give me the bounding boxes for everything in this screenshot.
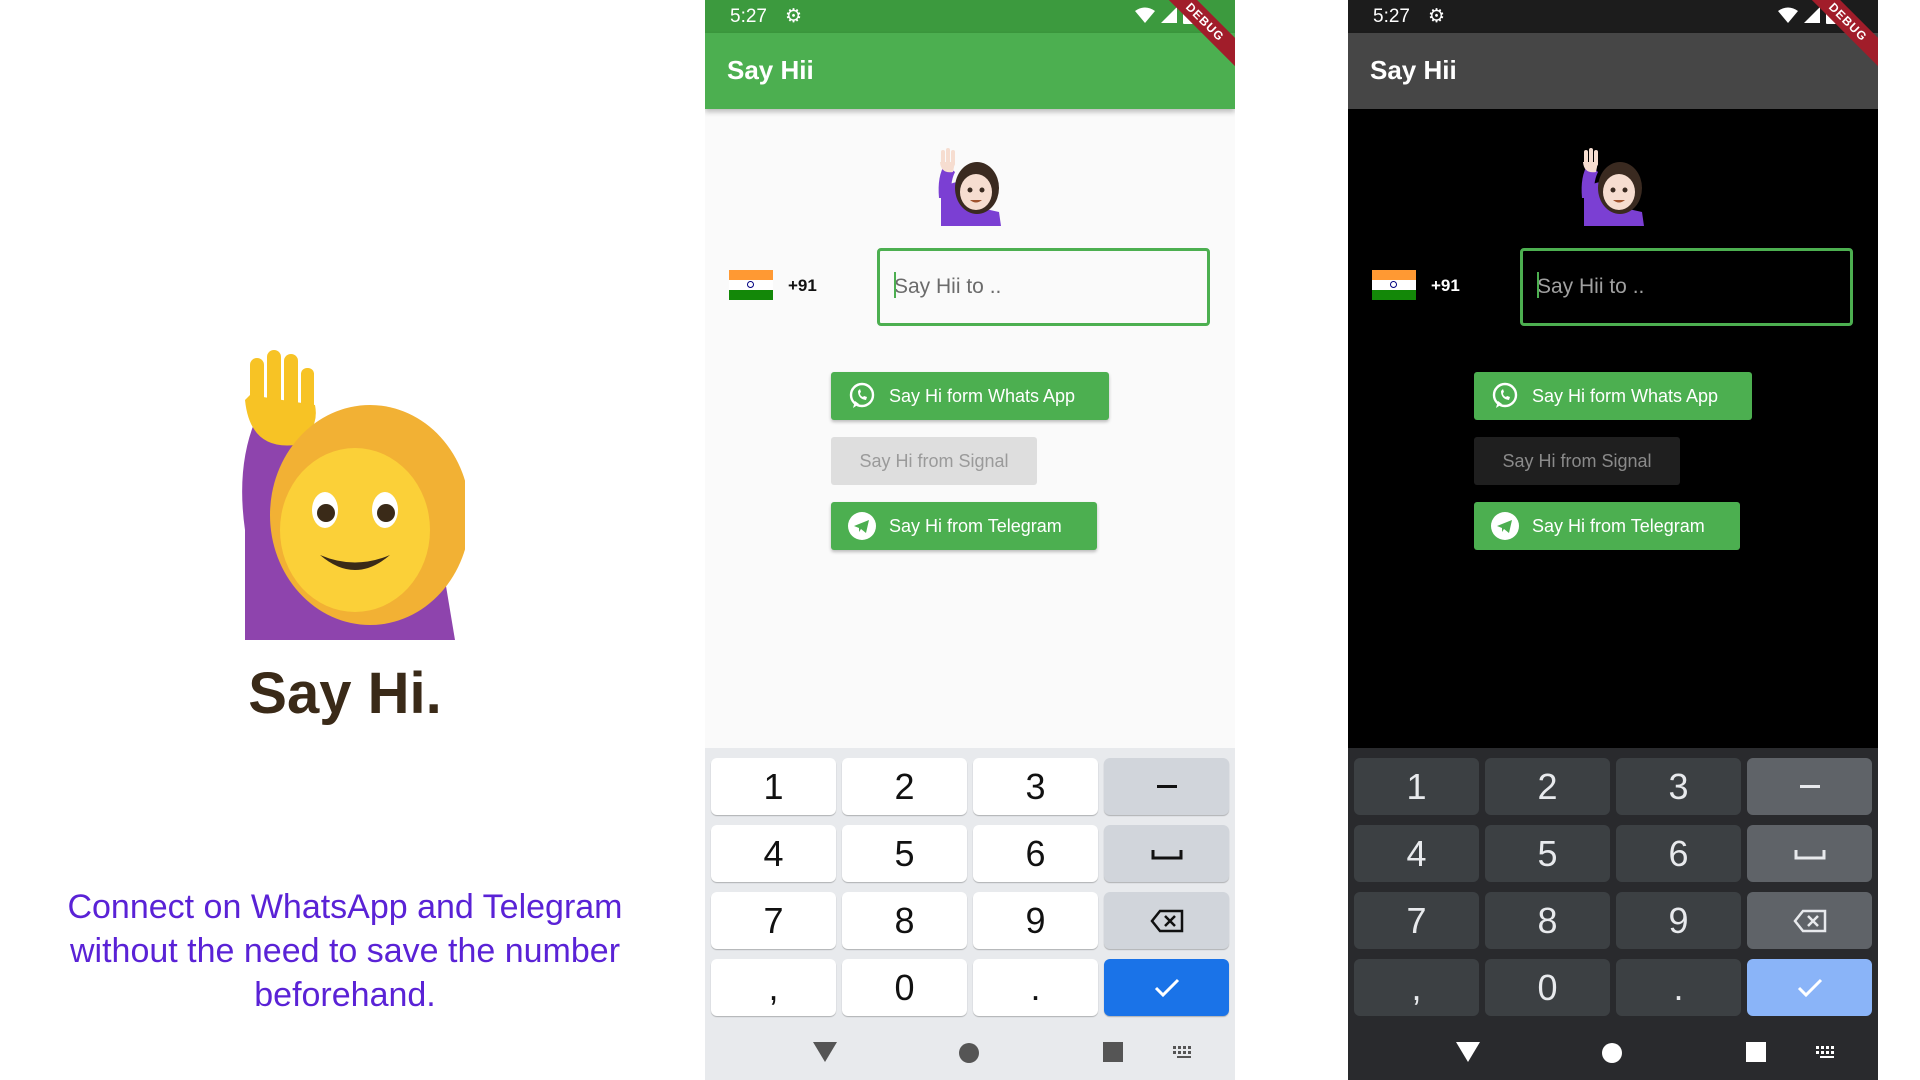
telegram-button[interactable]: Say Hi from Telegram bbox=[831, 502, 1097, 550]
status-bar: 5:27 ⚙ bbox=[1348, 0, 1878, 33]
phone-dark-screen: 5:27 ⚙ Say Hii DEBUG +91 Say Hi form Wha… bbox=[1348, 0, 1878, 1080]
whatsapp-button-label: Say Hi form Whats App bbox=[1532, 385, 1719, 406]
key-4[interactable]: 4 bbox=[711, 825, 836, 882]
key-7[interactable]: 7 bbox=[1354, 892, 1479, 949]
nav-recents-icon[interactable] bbox=[1746, 1042, 1766, 1062]
key-backspace[interactable] bbox=[1747, 892, 1872, 949]
telegram-button[interactable]: Say Hi from Telegram bbox=[1474, 502, 1740, 550]
minus-icon bbox=[1156, 784, 1177, 788]
key-period[interactable]: . bbox=[973, 959, 1098, 1016]
nav-home-icon[interactable] bbox=[1601, 1042, 1623, 1064]
key-3[interactable]: 3 bbox=[1616, 758, 1741, 815]
key-9[interactable]: 9 bbox=[1616, 892, 1741, 949]
key-0[interactable]: 0 bbox=[842, 959, 967, 1016]
nav-back-icon[interactable] bbox=[813, 1042, 837, 1062]
key-9[interactable]: 9 bbox=[973, 892, 1098, 949]
key-6[interactable]: 6 bbox=[973, 825, 1098, 882]
key-period[interactable]: . bbox=[1616, 959, 1741, 1016]
app-title: Say Hii bbox=[1370, 55, 1457, 85]
signal-button[interactable]: Say Hi from Signal bbox=[831, 437, 1037, 485]
backspace-icon bbox=[1792, 909, 1826, 932]
keyboard-switch-icon[interactable] bbox=[1173, 1046, 1195, 1058]
text-cursor bbox=[1537, 272, 1539, 298]
numeric-keyboard: 1 2 3 4 5 6 7 8 9 , 0 . bbox=[1348, 748, 1878, 1080]
status-time: 5:27 bbox=[730, 6, 767, 27]
phone-number-input[interactable] bbox=[1520, 248, 1853, 326]
signal-button[interactable]: Say Hi from Signal bbox=[1474, 437, 1680, 485]
phone-light-screen: 5:27 ⚙ Say Hii DEBUG +91 Say Hi form Wha… bbox=[705, 0, 1235, 1080]
wifi-icon bbox=[1778, 7, 1798, 23]
india-flag-icon[interactable] bbox=[729, 270, 773, 300]
whatsapp-button-label: Say Hi form Whats App bbox=[889, 385, 1076, 406]
woman-raising-hand-icon bbox=[1581, 148, 1644, 226]
woman-raising-hand-icon bbox=[938, 148, 1001, 226]
key-space[interactable] bbox=[1104, 825, 1229, 882]
key-3[interactable]: 3 bbox=[973, 758, 1098, 815]
app-bar: Say Hii bbox=[1348, 33, 1878, 109]
key-0[interactable]: 0 bbox=[1485, 959, 1610, 1016]
key-1[interactable]: 1 bbox=[1354, 758, 1479, 815]
key-6[interactable]: 6 bbox=[1616, 825, 1741, 882]
key-backspace[interactable] bbox=[1104, 892, 1229, 949]
space-icon bbox=[1794, 849, 1825, 859]
whatsapp-icon bbox=[1492, 382, 1518, 408]
signal-button-label: Say Hi from Signal bbox=[1502, 450, 1652, 471]
key-2[interactable]: 2 bbox=[842, 758, 967, 815]
status-bar: 5:27 ⚙ bbox=[705, 0, 1235, 33]
check-icon bbox=[1797, 978, 1822, 997]
country-code[interactable]: +91 bbox=[788, 276, 817, 296]
key-done[interactable] bbox=[1104, 959, 1229, 1016]
status-time: 5:27 bbox=[1373, 6, 1410, 27]
key-comma[interactable]: , bbox=[1354, 959, 1479, 1016]
telegram-icon bbox=[848, 512, 876, 540]
keyboard-switch-icon[interactable] bbox=[1816, 1046, 1838, 1058]
signal-button-label: Say Hi from Signal bbox=[859, 450, 1009, 471]
key-2[interactable]: 2 bbox=[1485, 758, 1610, 815]
app-bar: Say Hii bbox=[705, 33, 1235, 109]
app-title: Say Hii bbox=[727, 55, 814, 85]
nav-back-icon[interactable] bbox=[1456, 1042, 1480, 1062]
space-icon bbox=[1151, 849, 1182, 859]
telegram-button-label: Say Hi from Telegram bbox=[889, 515, 1062, 536]
india-flag-icon[interactable] bbox=[1372, 270, 1416, 300]
phone-number-input[interactable] bbox=[877, 248, 1210, 326]
numeric-keyboard: 1 2 3 4 5 6 7 8 9 , 0 . bbox=[705, 748, 1235, 1080]
nav-recents-icon[interactable] bbox=[1103, 1042, 1123, 1062]
key-1[interactable]: 1 bbox=[711, 758, 836, 815]
country-code[interactable]: +91 bbox=[1431, 276, 1460, 296]
key-comma[interactable]: , bbox=[711, 959, 836, 1016]
promo-panel: Say Hi. Connect on WhatsApp and Telegram… bbox=[0, 0, 690, 1080]
key-minus[interactable] bbox=[1104, 758, 1229, 815]
key-8[interactable]: 8 bbox=[842, 892, 967, 949]
woman-raising-hand-icon bbox=[242, 350, 465, 640]
gear-icon: ⚙ bbox=[1428, 6, 1446, 27]
signal-icon bbox=[1161, 7, 1177, 23]
check-icon bbox=[1154, 978, 1179, 997]
key-minus[interactable] bbox=[1747, 758, 1872, 815]
key-done[interactable] bbox=[1747, 959, 1872, 1016]
gear-icon: ⚙ bbox=[785, 6, 803, 27]
minus-icon bbox=[1799, 784, 1820, 788]
signal-icon bbox=[1804, 7, 1820, 23]
key-4[interactable]: 4 bbox=[1354, 825, 1479, 882]
telegram-icon bbox=[1491, 512, 1519, 540]
key-7[interactable]: 7 bbox=[711, 892, 836, 949]
key-5[interactable]: 5 bbox=[842, 825, 967, 882]
nav-home-icon[interactable] bbox=[958, 1042, 980, 1064]
navigation-bar bbox=[705, 1028, 1235, 1080]
wifi-icon bbox=[1135, 7, 1155, 23]
promo-description: Connect on WhatsApp and Telegram without… bbox=[67, 888, 623, 1014]
telegram-button-label: Say Hi from Telegram bbox=[1532, 515, 1705, 536]
key-5[interactable]: 5 bbox=[1485, 825, 1610, 882]
promo-title: Say Hi. bbox=[248, 661, 442, 726]
key-space[interactable] bbox=[1747, 825, 1872, 882]
key-8[interactable]: 8 bbox=[1485, 892, 1610, 949]
whatsapp-button[interactable]: Say Hi form Whats App bbox=[1474, 372, 1752, 420]
whatsapp-button[interactable]: Say Hi form Whats App bbox=[831, 372, 1109, 420]
backspace-icon bbox=[1149, 909, 1183, 932]
navigation-bar bbox=[1348, 1028, 1878, 1080]
text-cursor bbox=[894, 272, 896, 298]
whatsapp-icon bbox=[849, 382, 875, 408]
